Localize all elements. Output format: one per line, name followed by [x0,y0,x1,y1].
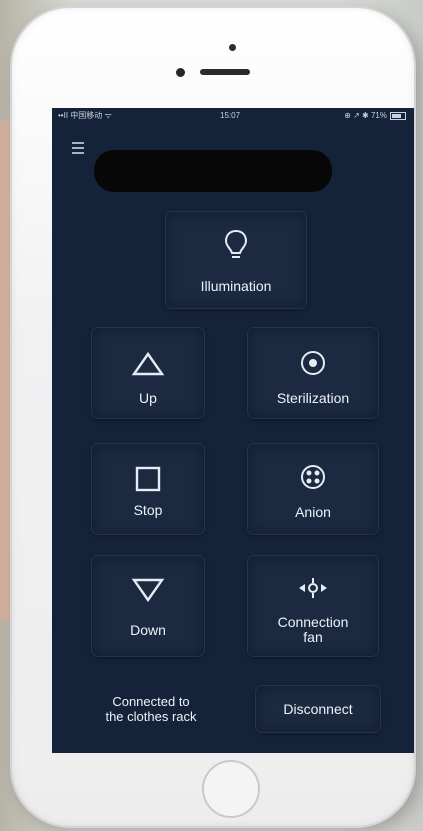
lightbulb-icon [224,229,248,258]
redacted-title [94,150,332,192]
triangle-down-icon [131,578,165,603]
status-bar: ••II 中国移动 ᯤ 15:07 ⊕ ↗ ✱ 71% [52,108,414,124]
connection-fan-label-line2: fan [303,629,323,645]
anion-icon [301,465,325,489]
illumination-button[interactable]: Illumination [166,212,306,308]
illumination-label: Illumination [200,278,272,294]
fan-icon [299,578,327,598]
up-label: Up [139,390,157,406]
status-icons: ⊕ ↗ ✱ 71% [344,111,387,120]
menu-icon[interactable] [72,142,84,156]
status-time: 15:07 [220,111,241,120]
battery-icon [390,111,406,120]
up-button[interactable]: Up [92,328,204,418]
square-icon [135,466,161,492]
disconnect-button[interactable]: Disconnect [256,686,380,732]
triangle-up-icon [131,351,165,376]
stop-label: Stop [133,502,163,518]
carrier-signal: ••II 中国移动 ᯤ [58,111,112,120]
connection-fan-button[interactable]: Connection fan [248,556,378,656]
connection-status-line1: Connected to [112,694,190,709]
anion-button[interactable]: Anion [248,444,378,534]
status-right: ⊕ ↗ ✱ 71% [344,108,406,124]
target-circle-icon [301,351,325,375]
connection-status-line2: the clothes rack [105,709,197,724]
sterilization-button[interactable]: Sterilization [248,328,378,418]
home-button[interactable] [202,760,260,818]
app-screen: ••II 中国移动 ᯤ 15:07 ⊕ ↗ ✱ 71% Illumination [52,108,414,753]
connection-status: Connected to the clothes rack [78,694,224,724]
stop-button[interactable]: Stop [92,444,204,534]
sterilization-label: Sterilization [276,390,350,406]
proximity-sensor [176,68,185,77]
disconnect-label: Disconnect [283,701,353,717]
earpiece-speaker [200,69,250,75]
anion-label: Anion [295,504,331,520]
front-camera [229,44,236,51]
phone-body: ••II 中国移动 ᯤ 15:07 ⊕ ↗ ✱ 71% Illumination [12,8,414,826]
down-label: Down [130,622,166,638]
down-button[interactable]: Down [92,556,204,656]
photo-scene: ••II 中国移动 ᯤ 15:07 ⊕ ↗ ✱ 71% Illumination [0,0,423,831]
connection-fan-label-line1: Connection [277,614,349,630]
